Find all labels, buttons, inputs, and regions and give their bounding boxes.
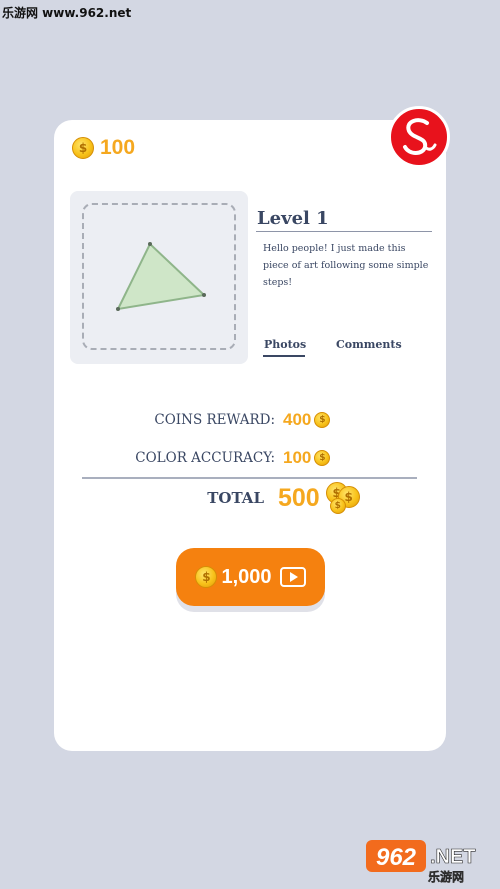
coin-balance: 100 bbox=[72, 136, 135, 160]
total-row: TOTAL 500 bbox=[82, 482, 417, 514]
total-divider bbox=[82, 477, 417, 479]
active-tab-indicator bbox=[263, 355, 305, 357]
watermark-suffix: .NET bbox=[430, 846, 476, 868]
script-s-icon bbox=[403, 118, 437, 155]
color-accuracy-row: COLOR ACCURACY: 100 bbox=[82, 448, 417, 468]
level-title: Level 1 bbox=[257, 208, 329, 229]
tab-photos[interactable]: Photos bbox=[264, 338, 306, 351]
coin-stack-icon bbox=[325, 482, 362, 514]
artwork-preview[interactable] bbox=[70, 191, 248, 364]
coin-icon bbox=[314, 412, 331, 428]
watermark-text: 乐游网 www.962.net bbox=[2, 6, 132, 20]
video-play-icon bbox=[279, 567, 306, 587]
coin-balance-value: 100 bbox=[100, 136, 136, 159]
coin-icon bbox=[314, 450, 331, 466]
coin-icon bbox=[72, 137, 94, 159]
coins-reward-row: COINS REWARD: 400 bbox=[82, 410, 417, 430]
triangle-drawing bbox=[116, 242, 207, 311]
tab-comments[interactable]: Comments bbox=[336, 338, 402, 351]
brand-logo bbox=[388, 106, 450, 168]
claim-value: 1,000 bbox=[221, 565, 272, 588]
coins-reward-value: 400 bbox=[283, 410, 312, 429]
total-label: TOTAL bbox=[207, 489, 264, 507]
coin-icon bbox=[195, 566, 218, 588]
color-accuracy-value: 100 bbox=[283, 448, 312, 467]
artwork-canvas bbox=[82, 203, 236, 350]
color-accuracy-label: COLOR ACCURACY: bbox=[135, 450, 275, 466]
coins-reward-label: COINS REWARD: bbox=[154, 412, 275, 428]
total-value: 500 bbox=[278, 483, 320, 512]
title-divider bbox=[256, 231, 432, 232]
watermark-number: 962 bbox=[376, 844, 417, 871]
watch-video-claim-button[interactable]: 1,000 bbox=[176, 548, 325, 606]
watermark-logo: 962 .NET 乐游网 bbox=[366, 838, 496, 884]
level-description: Hello people! I just made this piece of … bbox=[263, 243, 429, 288]
watermark-subtitle: 乐游网 bbox=[428, 869, 464, 884]
watermark-logo-graphic: 962 .NET 乐游网 bbox=[366, 840, 476, 884]
coin-icon bbox=[329, 498, 346, 514]
